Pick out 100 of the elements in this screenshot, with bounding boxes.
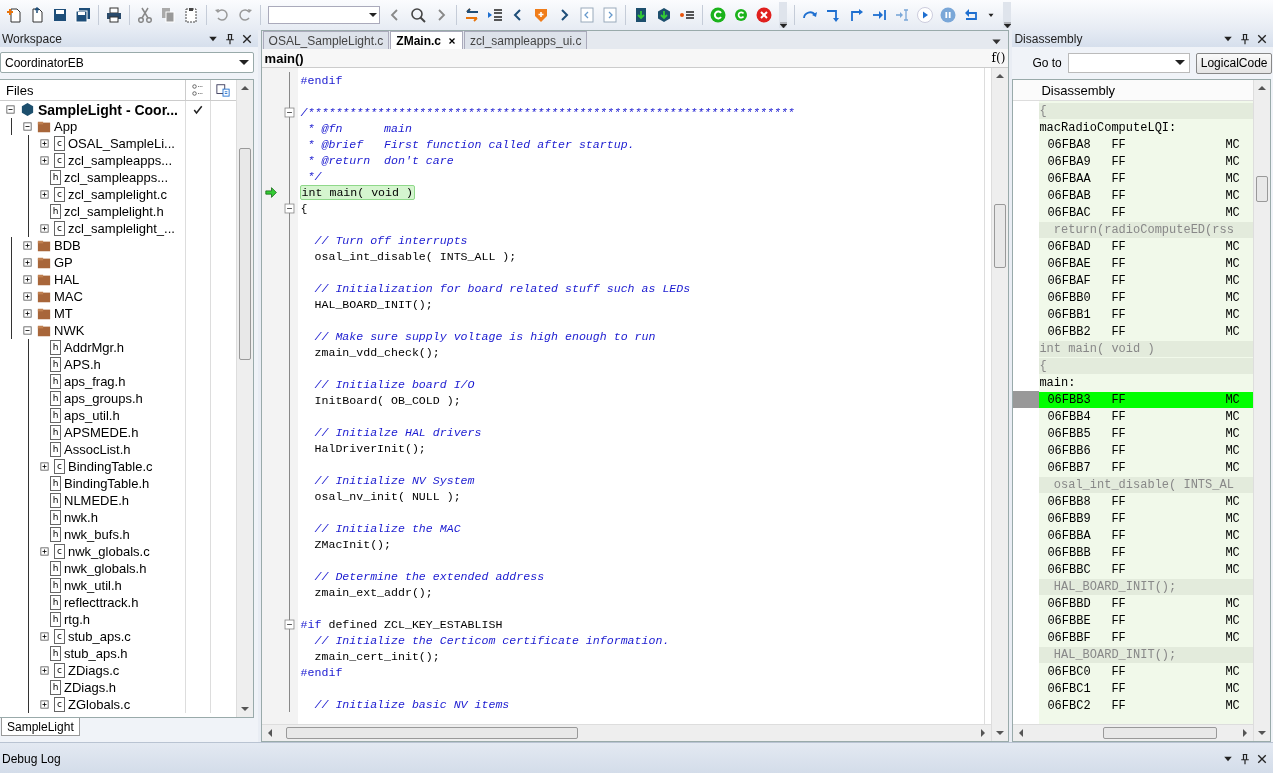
tree-item[interactable]: rtg.h	[64, 612, 90, 627]
editor-tab[interactable]: zcl_sampleapps_ui.c	[464, 31, 588, 49]
collapse-toggle[interactable]	[283, 617, 297, 631]
workspace-tab[interactable]: SampleLight	[1, 718, 80, 736]
paste-icon[interactable]	[183, 7, 199, 23]
expand-toggle[interactable]	[38, 664, 51, 677]
scroll-left-icon[interactable]	[1018, 729, 1025, 737]
editor-tab[interactable]: OSAL_SampleLight.c	[262, 31, 390, 49]
tree-item[interactable]: OSAL_SampleLi...	[68, 136, 175, 151]
copy-icon[interactable]	[160, 7, 176, 23]
collapse-toggle[interactable]	[283, 201, 297, 215]
add-file-icon[interactable]	[29, 7, 45, 23]
expand-toggle[interactable]	[21, 273, 34, 286]
page-left-icon[interactable]	[579, 7, 595, 23]
options-icon[interactable]	[190, 83, 205, 97]
scroll-down-icon[interactable]	[1258, 730, 1266, 736]
tree-item[interactable]: MT	[54, 306, 73, 321]
tree-item[interactable]: HAL	[54, 272, 80, 287]
toolbar-combo-field[interactable]	[268, 6, 380, 24]
expand-toggle[interactable]	[21, 120, 34, 133]
redo-icon[interactable]	[237, 7, 253, 23]
scroll-up-icon[interactable]	[996, 73, 1005, 79]
vertical-scrollbar[interactable]	[1253, 80, 1270, 741]
tree-item[interactable]: nwk.h	[64, 510, 98, 525]
new-file-icon[interactable]	[6, 7, 22, 23]
tree-item[interactable]: stub_aps.c	[68, 629, 131, 644]
search-icon[interactable]	[410, 7, 426, 23]
next-statement-icon[interactable]	[871, 7, 887, 23]
pin-icon[interactable]	[223, 32, 236, 45]
tree-item[interactable]: APSMEDE.h	[64, 425, 139, 440]
close-icon[interactable]	[240, 32, 253, 45]
tree-item[interactable]: zcl_samplelight_...	[68, 221, 175, 236]
expand-toggle[interactable]	[21, 256, 34, 269]
cut-icon[interactable]	[137, 7, 153, 23]
stop-icon[interactable]	[756, 7, 772, 23]
tree-item[interactable]: SampleLight - Coor...	[38, 101, 178, 118]
tree-item[interactable]: APS.h	[64, 357, 101, 372]
expand-toggle[interactable]	[38, 154, 51, 167]
step-out-icon[interactable]	[848, 7, 864, 23]
caret-icon[interactable]	[367, 11, 379, 19]
expand-toggle[interactable]	[4, 103, 17, 116]
tree-item[interactable]: zcl_samplelight.h	[64, 204, 164, 219]
tree-item[interactable]: nwk_bufs.h	[64, 527, 130, 542]
pin-icon[interactable]	[1239, 752, 1251, 765]
tree-item[interactable]: AssocList.h	[64, 442, 131, 457]
tree-item[interactable]: stub_aps.h	[64, 646, 128, 661]
return-icon[interactable]	[963, 7, 979, 23]
tree-item[interactable]: BDB	[54, 238, 81, 253]
expand-toggle[interactable]	[38, 545, 51, 558]
function-list-button[interactable]: f()	[991, 51, 1006, 65]
expand-toggle[interactable]	[38, 698, 51, 711]
overflow-caret-icon[interactable]	[1003, 22, 1011, 28]
scroll-right-icon[interactable]	[980, 729, 987, 737]
tree-item[interactable]: BindingTable.h	[64, 476, 150, 491]
collapse-toggle[interactable]	[283, 105, 297, 119]
tree-item[interactable]: reflecttrack.h	[64, 595, 139, 610]
tree-item[interactable]: NLMEDE.h	[64, 493, 130, 508]
expand-toggle[interactable]	[21, 324, 34, 337]
logical-code-button[interactable]: LogicalCode	[1195, 52, 1273, 74]
tab-list-icon[interactable]	[991, 36, 1003, 47]
horizontal-scrollbar[interactable]	[261, 724, 992, 741]
caret-icon[interactable]	[238, 59, 249, 66]
tree-item[interactable]: BindingTable.c	[68, 459, 153, 474]
expand-toggle[interactable]	[21, 290, 34, 303]
expand-toggle[interactable]	[38, 137, 51, 150]
scroll-thumb[interactable]	[1256, 176, 1268, 202]
scroll-up-icon[interactable]	[1258, 85, 1266, 91]
expand-toggle[interactable]	[38, 460, 51, 473]
expand-toggle[interactable]	[38, 188, 51, 201]
expand-toggle[interactable]	[21, 307, 34, 320]
tree-item[interactable]: App	[54, 119, 78, 134]
tree-item[interactable]: AddrMgr.h	[64, 340, 124, 355]
tree-item[interactable]: ZGlobals.c	[68, 697, 131, 712]
scroll-down-icon[interactable]	[996, 730, 1005, 736]
tree-item[interactable]: zcl_sampleapps...	[68, 153, 173, 168]
tree-item[interactable]: aps_util.h	[64, 408, 120, 423]
scroll-thumb[interactable]	[285, 727, 578, 739]
tree-item[interactable]: aps_groups.h	[64, 391, 143, 406]
close-icon[interactable]	[1256, 32, 1268, 45]
reset-icon[interactable]	[733, 7, 749, 23]
goto-field[interactable]	[1067, 53, 1190, 73]
scroll-down-icon[interactable]	[240, 706, 249, 712]
indent-list-icon[interactable]	[487, 7, 503, 23]
vertical-scrollbar[interactable]	[235, 80, 253, 717]
tree-item[interactable]: ZDiags.h	[64, 680, 117, 695]
hexagon-download-icon[interactable]	[656, 7, 672, 23]
tree-item[interactable]: nwk_globals.h	[64, 561, 147, 576]
vertical-scrollbar[interactable]	[991, 68, 1009, 741]
play-icon[interactable]	[917, 7, 933, 23]
swap-arrows-icon[interactable]	[464, 7, 480, 23]
caret-icon[interactable]	[1174, 60, 1185, 66]
tree-item[interactable]: MAC	[54, 289, 83, 304]
close-icon[interactable]	[447, 35, 457, 46]
expand-toggle[interactable]	[21, 239, 34, 252]
download-icon[interactable]	[633, 7, 649, 23]
expand-toggle[interactable]	[38, 222, 51, 235]
refresh-icon[interactable]	[710, 7, 726, 23]
scroll-thumb[interactable]	[994, 204, 1007, 268]
horizontal-scrollbar[interactable]	[1013, 724, 1253, 741]
editor-tab[interactable]: ZMain.c	[390, 31, 463, 49]
